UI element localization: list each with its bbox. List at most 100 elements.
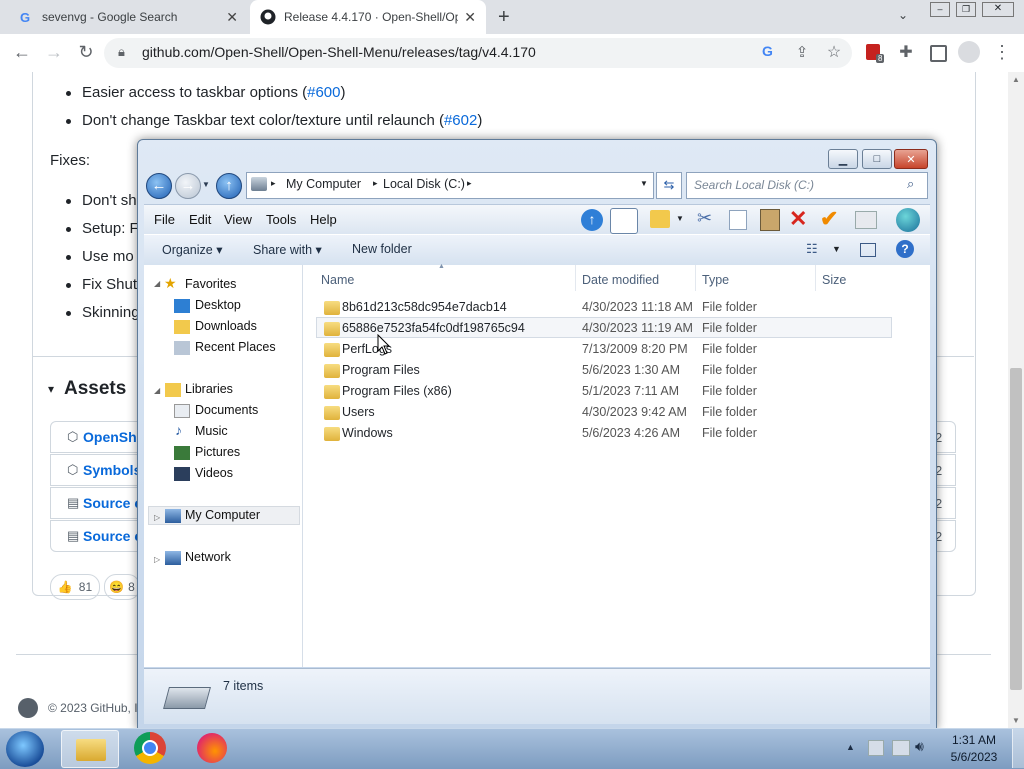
restore-button[interactable]: ❐: [956, 2, 976, 17]
view-dropdown-icon[interactable]: ▼: [832, 244, 841, 254]
breadcrumb-my-computer[interactable]: My Computer: [286, 177, 361, 191]
asset-link[interactable]: Source c: [83, 495, 142, 511]
github-logo-icon[interactable]: [18, 698, 38, 718]
firefox-icon[interactable]: [197, 733, 227, 763]
side-panel-icon[interactable]: [930, 45, 947, 62]
nav-downloads[interactable]: Downloads: [195, 319, 257, 333]
file-name[interactable]: 65886e7523fa54fc0df198765c94: [342, 321, 525, 335]
change-view-icon[interactable]: ☷: [806, 241, 818, 257]
properties-check-icon[interactable]: ✔: [820, 206, 838, 232]
search-placeholder[interactable]: Search Local Disk (C:): [694, 178, 814, 192]
classic-shell-globe-icon[interactable]: [896, 208, 920, 232]
search-box[interactable]: Search Local Disk (C:) ⌕: [686, 172, 928, 199]
menu-tools[interactable]: Tools: [266, 212, 296, 227]
breadcrumb-chevron-icon[interactable]: ▸: [373, 178, 378, 189]
folder-dropdown-icon[interactable]: ▼: [676, 214, 684, 223]
file-name[interactable]: 8b61d213c58dc954e7dacb14: [342, 300, 507, 314]
back-arrow-icon[interactable]: ←: [8, 38, 36, 66]
file-name[interactable]: Program Files (x86): [342, 384, 452, 398]
file-row[interactable]: [317, 499, 891, 520]
show-hidden-icons-icon[interactable]: ▲: [846, 742, 855, 752]
column-date-modified[interactable]: Date modified: [582, 273, 659, 287]
cut-scissors-icon[interactable]: ✂: [697, 208, 712, 229]
address-dropdown-icon[interactable]: ▼: [640, 179, 648, 188]
google-lens-icon[interactable]: G: [762, 43, 773, 59]
file-row[interactable]: [317, 478, 891, 499]
assets-caret-icon[interactable]: ▾: [48, 382, 54, 396]
view-pane-icon[interactable]: [610, 208, 638, 234]
reaction-smile[interactable]: 😄 8: [104, 574, 140, 600]
menu-kebab-icon[interactable]: ⋮: [988, 38, 1016, 66]
file-name[interactable]: Windows: [342, 426, 393, 440]
help-icon[interactable]: ?: [896, 240, 914, 258]
asset-link[interactable]: OpenShe: [83, 429, 144, 445]
taskbar-explorer-button[interactable]: [61, 730, 119, 768]
copy-icon[interactable]: [729, 210, 747, 230]
tab-google-search[interactable]: G sevenvg - Google Search ✕: [8, 0, 248, 34]
column-divider[interactable]: [815, 265, 816, 291]
extensions-puzzle-icon[interactable]: ✚: [892, 38, 920, 66]
network-expand-icon[interactable]: ▷: [154, 555, 160, 564]
nav-recent-places[interactable]: Recent Places: [195, 340, 276, 354]
nav-videos[interactable]: Videos: [195, 466, 233, 480]
action-center-flag-icon[interactable]: [868, 740, 884, 756]
share-icon[interactable]: ⇪: [788, 38, 816, 66]
nav-libraries[interactable]: Libraries: [185, 382, 233, 396]
volume-icon[interactable]: 🔊︎: [915, 738, 924, 755]
start-orb-button[interactable]: [6, 731, 44, 767]
libraries-expand-icon[interactable]: ◢: [154, 386, 160, 395]
computer-expand-icon[interactable]: ▷: [154, 513, 160, 522]
menu-edit[interactable]: Edit: [189, 212, 211, 227]
breadcrumb-chevron-icon[interactable]: ▸: [467, 178, 472, 189]
breadcrumb-local-disk[interactable]: Local Disk (C:): [383, 177, 465, 191]
forward-arrow-icon[interactable]: →: [40, 38, 68, 66]
tab-close-icon[interactable]: ✕: [464, 9, 476, 26]
issue-link[interactable]: #602: [444, 112, 477, 129]
folder-options-icon[interactable]: [650, 210, 670, 228]
explorer-close-button[interactable]: ✕: [894, 149, 928, 169]
nav-my-computer[interactable]: My Computer: [185, 508, 260, 522]
breadcrumb-chevron-icon[interactable]: ▸: [271, 178, 276, 189]
profile-avatar[interactable]: [958, 41, 980, 63]
refresh-icon[interactable]: ⇆: [656, 172, 682, 199]
minimize-button[interactable]: –: [930, 2, 950, 17]
organize-button[interactable]: Organize ▾: [162, 242, 222, 257]
clock-date[interactable]: 5/6/2023: [944, 750, 1004, 764]
tab-search-chevron-icon[interactable]: ⌄: [898, 8, 908, 22]
email-icon[interactable]: [855, 211, 877, 229]
menu-file[interactable]: File: [154, 212, 175, 227]
lock-icon[interactable]: 🔒︎: [118, 44, 125, 60]
asset-link[interactable]: Source c: [83, 528, 142, 544]
forward-arrow-icon[interactable]: →: [175, 173, 201, 199]
scroll-down-icon[interactable]: ▼: [1012, 716, 1020, 725]
paste-icon[interactable]: [760, 209, 780, 231]
close-window-button[interactable]: ✕: [982, 2, 1014, 17]
show-desktop-button[interactable]: [1012, 729, 1024, 768]
bookmark-star-icon[interactable]: ☆: [820, 38, 848, 66]
new-tab-button[interactable]: +: [498, 6, 510, 29]
nav-desktop[interactable]: Desktop: [195, 298, 241, 312]
scroll-thumb[interactable]: [1010, 368, 1022, 690]
preview-pane-icon[interactable]: [860, 243, 876, 257]
new-folder-button[interactable]: New folder: [352, 242, 412, 256]
explorer-address-bar[interactable]: ▸ My Computer ▸ Local Disk (C:) ▸ ▼: [246, 172, 654, 199]
column-divider[interactable]: [695, 265, 696, 291]
column-divider[interactable]: [575, 265, 576, 291]
nav-favorites[interactable]: Favorites: [185, 277, 236, 291]
clock-time[interactable]: 1:31 AM: [944, 733, 1004, 747]
back-arrow-icon[interactable]: ←: [146, 173, 172, 199]
column-name[interactable]: Name: [321, 273, 354, 287]
share-with-button[interactable]: Share with ▾: [253, 242, 322, 257]
nav-network[interactable]: Network: [185, 550, 231, 564]
scroll-up-icon[interactable]: ▲: [1012, 75, 1020, 84]
tab-github-release[interactable]: Release 4.4.170 · Open-Shell/Op ✕: [250, 0, 486, 34]
file-name[interactable]: Program Files: [342, 363, 420, 377]
explorer-minimize-button[interactable]: ▁: [828, 149, 858, 169]
file-row[interactable]: [317, 457, 891, 478]
file-name[interactable]: Users: [342, 405, 375, 419]
up-one-level-icon[interactable]: ↑: [216, 173, 242, 199]
delete-icon[interactable]: ✕: [789, 206, 807, 232]
nav-documents[interactable]: Documents: [195, 403, 258, 417]
issue-link[interactable]: #600: [307, 84, 340, 101]
history-dropdown-icon[interactable]: ▼: [202, 180, 210, 189]
